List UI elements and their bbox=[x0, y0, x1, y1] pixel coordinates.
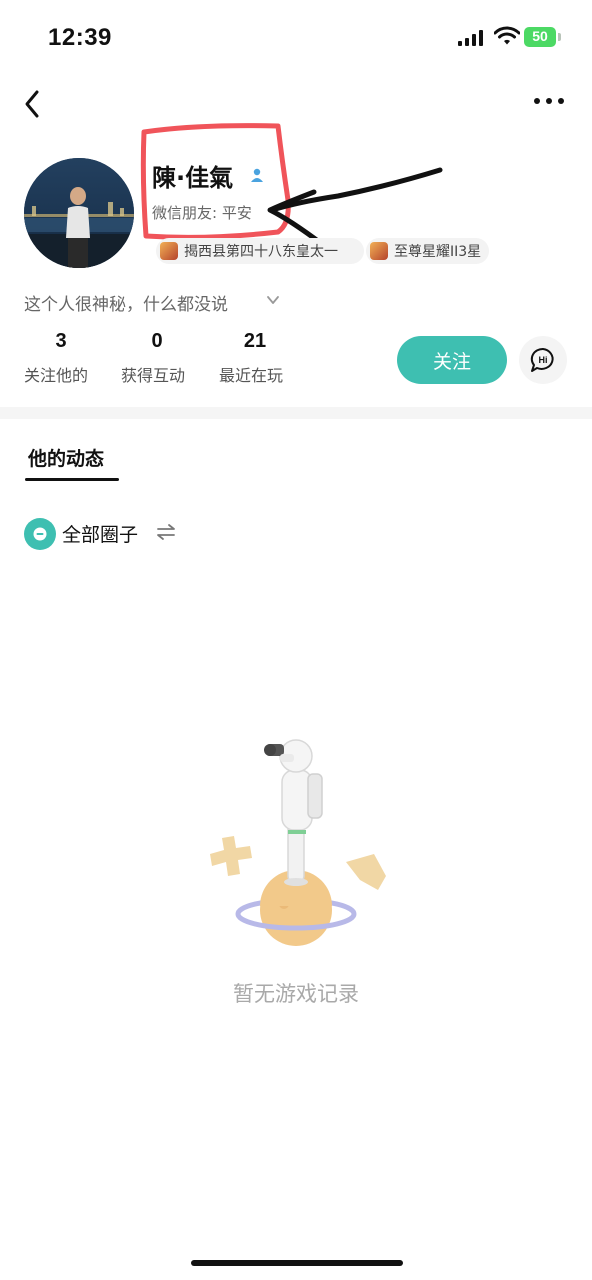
game-rank-tag[interactable]: 至尊星耀II3星 bbox=[366, 238, 490, 264]
circle-filter-icon[interactable] bbox=[24, 518, 56, 550]
game-rank-tag-label: 揭西县第四十八东皇太一 bbox=[184, 244, 338, 260]
person-badge-icon bbox=[251, 168, 263, 182]
chevron-down-icon[interactable] bbox=[266, 293, 280, 307]
tab-active-indicator bbox=[25, 478, 119, 481]
profile-name: 陳·佳氣 bbox=[152, 164, 234, 192]
empty-state-text: 暂无游戏记录 bbox=[233, 982, 359, 1006]
home-indicator[interactable] bbox=[191, 1260, 403, 1266]
circle-filter-label[interactable]: 全部圈子 bbox=[62, 520, 138, 547]
followers-label[interactable]: 关注他的 bbox=[24, 362, 88, 386]
status-time: 12:39 bbox=[48, 24, 112, 51]
astronaut-illustration bbox=[210, 739, 386, 946]
hi-label: Hi bbox=[539, 355, 548, 365]
game-hero-icon bbox=[370, 242, 388, 260]
battery-level: 50 bbox=[532, 28, 548, 44]
message-button[interactable]: Hi bbox=[519, 336, 567, 384]
recently-played-label[interactable]: 最近在玩 bbox=[219, 362, 283, 386]
wifi-icon bbox=[494, 26, 520, 45]
switch-arrows-icon[interactable] bbox=[155, 522, 177, 542]
game-rank-tag[interactable]: 揭西县第四十八东皇太一 bbox=[156, 238, 364, 264]
battery-icon: 50 bbox=[524, 27, 562, 47]
section-divider bbox=[0, 407, 592, 419]
wechat-friend-label: 微信朋友: 平安 bbox=[152, 204, 252, 222]
cell-signal-icon bbox=[458, 30, 483, 46]
game-hero-icon bbox=[160, 242, 178, 260]
profile-bio[interactable]: 这个人很神秘，什么都没说 bbox=[24, 290, 228, 315]
recently-played-count: 21 bbox=[243, 330, 267, 352]
interactions-count: 0 bbox=[151, 330, 163, 352]
tab-activity[interactable]: 他的动态 bbox=[28, 444, 104, 471]
followers-count: 3 bbox=[55, 330, 67, 352]
more-options-icon[interactable] bbox=[532, 96, 566, 106]
avatar[interactable] bbox=[24, 158, 134, 268]
game-rank-tag-label: 至尊星耀II3星 bbox=[394, 244, 482, 260]
back-arrow-icon[interactable] bbox=[20, 88, 46, 120]
interactions-label[interactable]: 获得互动 bbox=[121, 362, 185, 386]
follow-button[interactable]: 关注 bbox=[397, 336, 507, 384]
chat-bubble-icon: Hi bbox=[530, 347, 554, 372]
